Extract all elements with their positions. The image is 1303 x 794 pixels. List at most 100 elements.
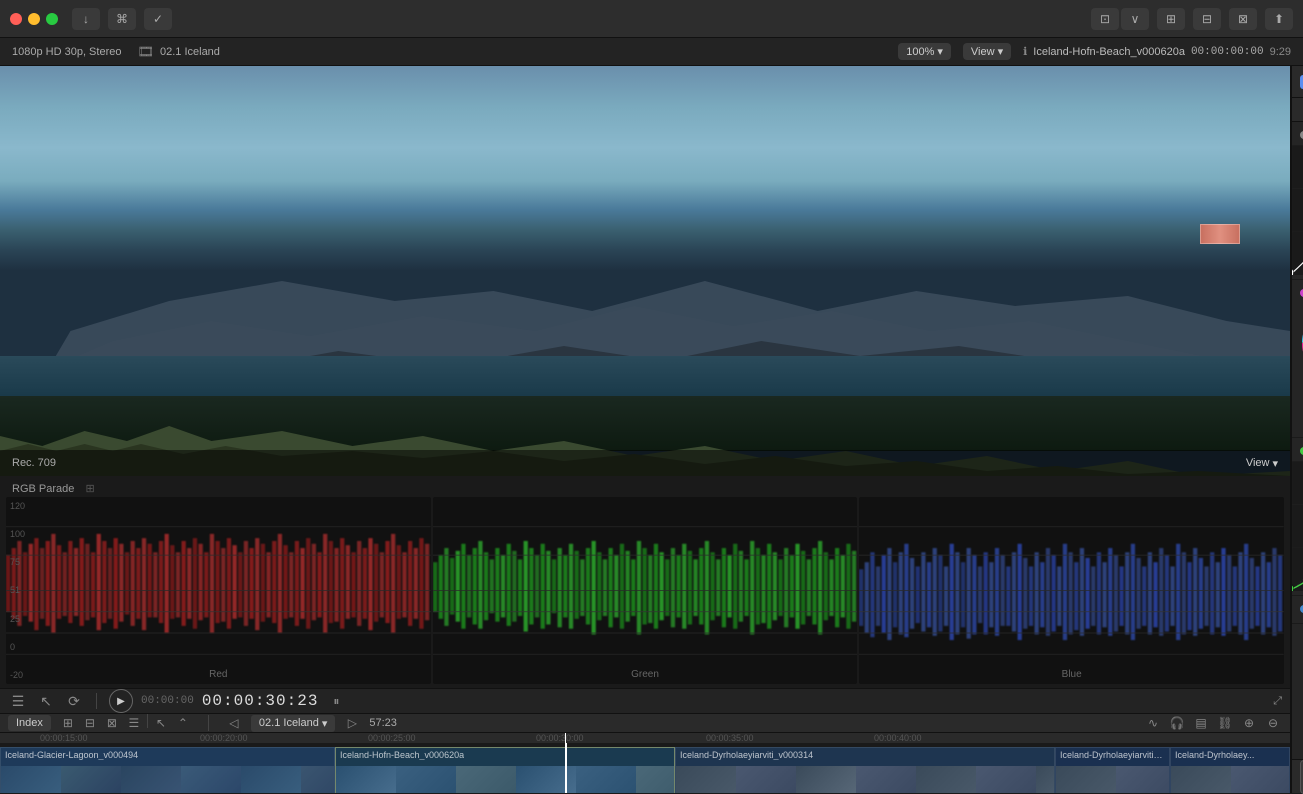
layout-view-icon[interactable]: ⊟ [81, 714, 99, 732]
list-icon[interactable]: ☰ [125, 714, 143, 732]
titlebar-icons: ↓ ⌘ ✓ [72, 8, 172, 30]
ripple-icon[interactable]: ⊕ [1240, 714, 1258, 732]
arrow-icon[interactable]: ↖ [152, 714, 170, 732]
clip-dyrholaey2[interactable]: Iceland-Dyrholaeyiarviti_v0... [1055, 747, 1170, 793]
clip-view-icon[interactable]: ▤ [1192, 714, 1210, 732]
clip-id: Iceland-Hofn-Beach_v000620a [1033, 46, 1185, 58]
infobar-right: 100% ▾ View ▾ ℹ Iceland-Hofn-Beach_v0006… [898, 43, 1291, 60]
green-curve-svg [1292, 461, 1303, 591]
waveform-red-panel: 1201007551250-20 [6, 497, 431, 684]
timeline-tracks[interactable]: Iceland-Glacier-Lagoon_v000494 Iceland-H… [0, 743, 1290, 793]
clip-dyrholaey3[interactable]: Iceland-Dyrholaey... [1170, 747, 1290, 793]
key-icon[interactable]: ⌘ [108, 8, 136, 30]
curves-container[interactable]: LUMA ✏ ↺ [1292, 122, 1303, 759]
link-icon[interactable]: ⛓ [1216, 714, 1234, 732]
close-button[interactable] [10, 13, 22, 25]
audio-wave-icon[interactable]: ∿ [1144, 714, 1162, 732]
main-track: Iceland-Glacier-Lagoon_v000494 Iceland-H… [0, 747, 1290, 793]
view-button[interactable]: View ▾ [963, 43, 1011, 60]
color-swatch-overlay [1200, 224, 1240, 244]
red-channel-label: Red [209, 669, 227, 680]
tools-icon[interactable]: ☰ [8, 691, 28, 711]
blue-header: BLUE ▾ ✏ ↺ [1292, 602, 1303, 619]
fullscreen-button[interactable] [46, 13, 58, 25]
clip-2-label: Iceland-Hofn-Beach_v000620a [340, 750, 464, 760]
clip-glacier-lagoon[interactable]: Iceland-Glacier-Lagoon_v000494 [0, 747, 335, 793]
resolution-label: 1080p HD 30p, Stereo [12, 46, 121, 58]
titlebar-right: ⊡ ∨ ⊞ ⊟ ⊠ ⬆ [1091, 8, 1293, 30]
magenta-content [1292, 303, 1303, 433]
clip-5-thumbs [1171, 766, 1289, 793]
clip-dyrholaey1[interactable]: Iceland-Dyrholaeyiarviti_v000314 [675, 747, 1055, 793]
rp-footer: Save Effects Preset [1292, 759, 1303, 793]
layout2-icon[interactable]: ⊠ [103, 714, 121, 732]
thumb [576, 766, 636, 793]
infobar: 1080p HD 30p, Stereo 🎞 02.1 Iceland 100%… [0, 38, 1303, 66]
thumb [736, 766, 796, 793]
filmstrip-icon[interactable]: ⊞ [59, 714, 77, 732]
next-icon[interactable]: ▷ [343, 714, 361, 732]
thumb [976, 766, 1036, 793]
video-preview[interactable]: Rec. 709 View ▾ [0, 66, 1290, 476]
luma-header: LUMA ✏ ↺ [1292, 128, 1303, 145]
clip-2-thumbs [336, 766, 674, 793]
zoom-chevron-icon: ▾ [937, 45, 943, 58]
left-panel: Rec. 709 View ▾ RGB Parade ⊞ 12010075512… [0, 66, 1291, 793]
play-icon: ▶ [117, 696, 125, 707]
checkmark-icon[interactable]: ✓ [144, 8, 172, 30]
window-icon[interactable]: ⊠ [1229, 8, 1257, 30]
timeline-right-controls: ∿ 🎧 ▤ ⛓ ⊕ ⊖ [1144, 714, 1282, 732]
waveform-expand-icon[interactable]: ⊞ [85, 483, 94, 495]
clip-name-selector[interactable]: 02.1 Iceland ▾ [251, 715, 335, 732]
thumb [516, 766, 576, 793]
thumb [916, 766, 976, 793]
select-icon[interactable]: ↖ [36, 691, 56, 711]
clip-3-label: Iceland-Dyrholaeyiarviti_v000314 [680, 750, 813, 760]
luma-curve-canvas[interactable] [1292, 145, 1303, 275]
waveform-area: RGB Parade ⊞ 1201007551250-20 [0, 476, 1290, 688]
divider2 [147, 714, 148, 728]
minimize-button[interactable] [28, 13, 40, 25]
green-curve-canvas[interactable] [1292, 461, 1303, 591]
blue-channel-label: Blue [1062, 669, 1082, 680]
magenta-header: MAGENTA ▾ ✏ ↺ [1292, 286, 1303, 303]
waveform-blue-panel: Blue [859, 497, 1284, 684]
zoom-control[interactable]: 100% ▾ [898, 43, 951, 60]
thumb [456, 766, 516, 793]
waveform-panels: 1201007551250-20 [0, 497, 1290, 684]
monitor-chevron-icon[interactable]: ∨ [1121, 8, 1149, 30]
layout-icon[interactable]: ⊟ [1193, 8, 1221, 30]
speed-icon[interactable]: ⟳ [64, 691, 84, 711]
play-button[interactable]: ▶ [109, 689, 133, 713]
clip-meta: ℹ Iceland-Hofn-Beach_v000620a 00:00:00:0… [1023, 45, 1291, 58]
preview-footer: Rec. 709 View ▾ [0, 450, 1290, 476]
thumb [796, 766, 856, 793]
pause-icon[interactable]: ⏸ [326, 691, 346, 711]
timeline-icons: ⊞ ⊟ ⊠ ☰ ↖ ⌃ [59, 714, 192, 732]
thumb [636, 766, 674, 793]
zoom-icon[interactable]: ⊖ [1264, 714, 1282, 732]
luma-curve-svg [1292, 145, 1303, 275]
info-icon[interactable]: ℹ [1023, 45, 1027, 58]
preview-view-btn[interactable]: View ▾ [1246, 457, 1278, 470]
headphones-icon[interactable]: 🎧 [1168, 714, 1186, 732]
monitor-icon[interactable]: ⊡ [1091, 8, 1119, 30]
expand-icon[interactable]: ⤢ [1273, 695, 1282, 708]
ruler-mark-6: 00:00:40:00 [874, 733, 922, 743]
clip-hofn-beach[interactable]: Iceland-Hofn-Beach_v000620a [335, 747, 675, 793]
waveform-scale-red: 1201007551250-20 [10, 497, 25, 684]
green-header: GREEN ▾ ✏ ↺ [1292, 444, 1303, 461]
divider [96, 693, 97, 709]
download-icon[interactable]: ↓ [72, 8, 100, 30]
export-icon[interactable]: ⬆ [1265, 8, 1293, 30]
clip-icon: 🎞 [137, 44, 154, 60]
rp-header: ✓ Color Curves 1 ▾ ⬆ ↺ [1292, 66, 1303, 98]
prev-icon[interactable]: ◁ [225, 714, 243, 732]
grid-icon[interactable]: ⊞ [1157, 8, 1185, 30]
duration-display: 9:29 [1270, 46, 1291, 58]
index-button[interactable]: Index [8, 715, 51, 731]
transform-icon[interactable]: ⌃ [174, 714, 192, 732]
thumb [241, 766, 301, 793]
preview-view-label: View [1246, 457, 1270, 469]
magenta-section: MAGENTA ▾ ✏ ↺ [1292, 280, 1303, 438]
